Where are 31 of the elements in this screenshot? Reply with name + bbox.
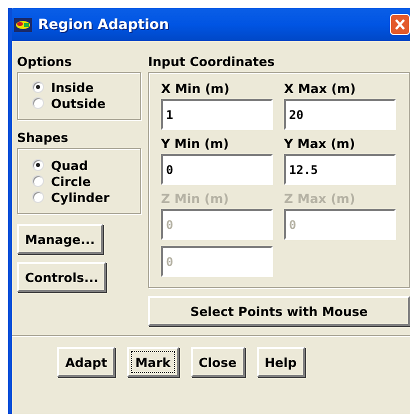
group-label: Shapes	[17, 130, 70, 145]
field-label: Y Min (m)	[161, 136, 230, 151]
radio-button[interactable]	[32, 81, 44, 93]
radio-label: Cylinder	[51, 190, 110, 204]
coordinate-field[interactable]: 20	[284, 99, 396, 130]
radio-label: Outside	[51, 96, 106, 110]
close-icon[interactable]	[390, 14, 410, 35]
dialog-button[interactable]: Help	[256, 347, 305, 377]
field-label: X Min (m)	[161, 81, 230, 96]
select-points-button[interactable]: Select Points with Mouse	[148, 296, 410, 326]
window-title: Region Adaption	[38, 16, 170, 32]
side-button[interactable]: Manage...	[17, 224, 103, 254]
radio-label: Quad	[51, 158, 88, 172]
group-label: Options	[17, 54, 73, 69]
radio-button[interactable]	[32, 97, 44, 109]
dialog-button[interactable]: Close	[190, 347, 245, 377]
radio-label: Inside	[51, 80, 94, 94]
field-label: Y Max (m)	[284, 136, 356, 151]
radio-button[interactable]	[32, 175, 44, 187]
side-button[interactable]: Controls...	[17, 262, 106, 292]
coordinate-field[interactable]: 12.5	[284, 154, 396, 185]
radio-label: Circle	[51, 174, 91, 188]
group-label: Input Coordinates	[148, 54, 276, 69]
radio-button[interactable]	[32, 191, 44, 203]
coordinate-field[interactable]: 1	[161, 99, 273, 130]
dialog-button[interactable]: Mark	[127, 347, 179, 377]
app-icon	[14, 18, 32, 32]
radio-button[interactable]	[32, 159, 44, 171]
dialog-button[interactable]: Adapt	[57, 347, 116, 377]
coordinate-field[interactable]: 0	[161, 154, 273, 185]
field-label: X Max (m)	[284, 81, 357, 96]
